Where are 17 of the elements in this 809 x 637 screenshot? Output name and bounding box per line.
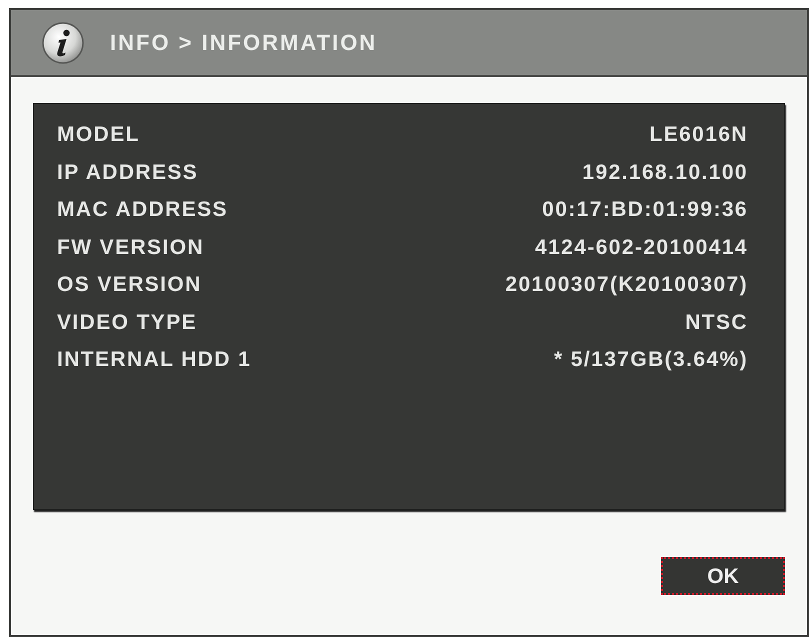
info-value: NTSC xyxy=(685,310,748,336)
info-label: VIDEO TYPE xyxy=(57,310,198,336)
ok-button[interactable]: OK xyxy=(661,557,785,595)
info-label: FW VERSION xyxy=(57,234,204,260)
info-value: 4124-602-20100414 xyxy=(535,234,748,260)
info-value: * 5/137GB(3.64%) xyxy=(554,347,748,373)
info-value: 00:17:BD:01:99:36 xyxy=(542,197,748,223)
info-value: 192.168.10.100 xyxy=(582,160,748,186)
info-label: MODEL xyxy=(57,122,140,148)
window-title: INFO > INFORMATION xyxy=(110,29,378,57)
info-label: OS VERSION xyxy=(57,272,202,298)
info-icon xyxy=(42,22,84,64)
info-label: IP ADDRESS xyxy=(57,160,198,186)
info-label: MAC ADDRESS xyxy=(57,197,228,223)
info-label: INTERNAL HDD 1 xyxy=(57,347,252,373)
info-value: 20100307(K20100307) xyxy=(505,272,748,298)
info-value: LE6016N xyxy=(649,122,748,148)
